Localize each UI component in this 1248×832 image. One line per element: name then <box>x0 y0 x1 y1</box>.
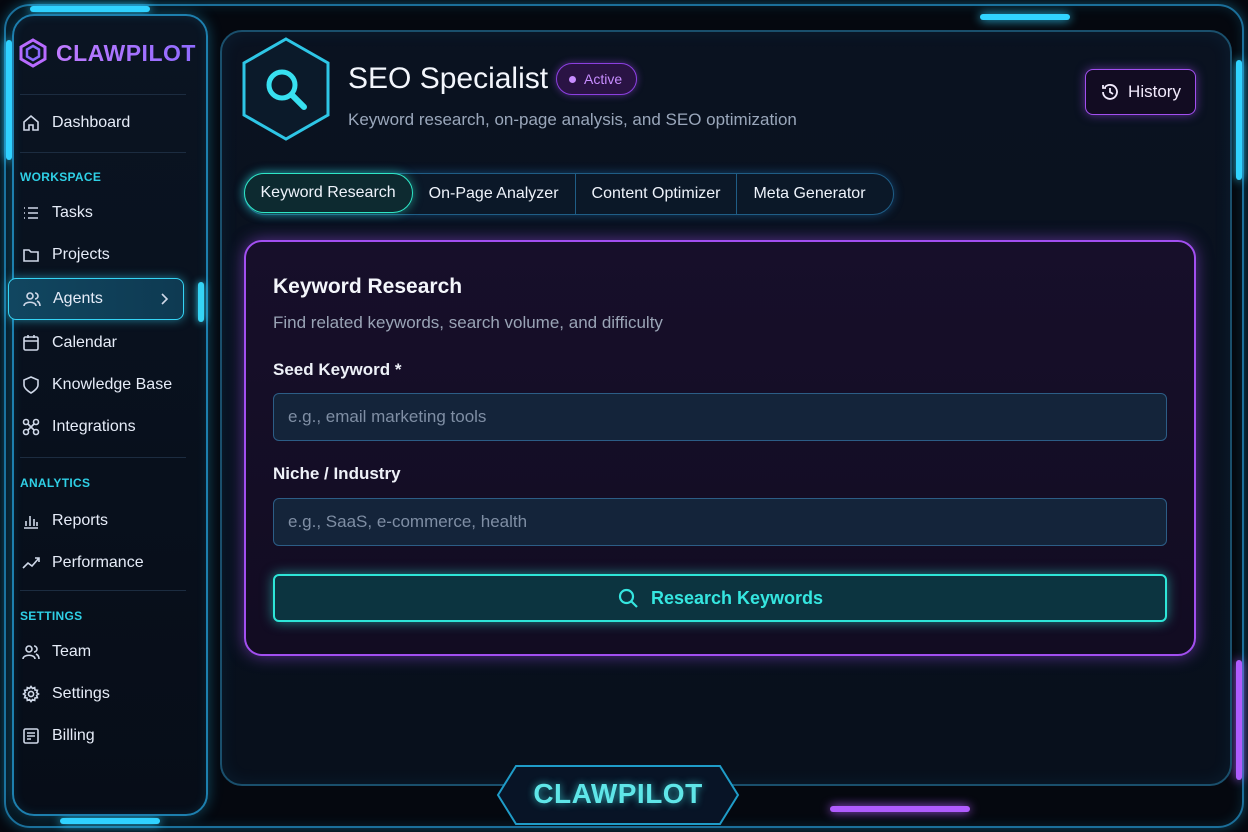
search-icon <box>618 588 638 608</box>
research-keywords-button[interactable]: Research Keywords <box>273 574 1167 622</box>
section-label-analytics: ANALYTICS <box>20 476 91 490</box>
page-subtitle: Keyword research, on-page analysis, and … <box>348 110 797 129</box>
sidebar-item-calendar[interactable]: Calendar <box>8 322 184 364</box>
card-title: Keyword Research <box>273 275 463 298</box>
sidebar-item-label: Agents <box>53 290 103 307</box>
tab-on-page-analyzer[interactable]: On-Page Analyzer <box>413 174 576 214</box>
section-label-settings: SETTINGS <box>20 609 83 623</box>
sidebar-item-label: Team <box>52 643 92 660</box>
brand-name: CLAWPILOT <box>56 39 196 66</box>
sidebar-item-tasks[interactable]: Tasks <box>8 192 184 234</box>
users-icon <box>23 292 41 307</box>
sidebar-item-label: Performance <box>52 554 144 571</box>
sidebar-divider <box>20 152 186 153</box>
history-icon <box>1102 84 1118 100</box>
seed-keyword-input[interactable] <box>273 393 1167 441</box>
frame-glow <box>60 818 160 824</box>
sidebar-item-agents[interactable]: Agents <box>8 278 184 320</box>
frame-glow <box>1236 60 1242 180</box>
sidebar-item-label: Dashboard <box>52 114 131 131</box>
page-title: SEO Specialist <box>348 62 549 95</box>
sidebar-item-billing[interactable]: Billing <box>8 715 184 757</box>
billing-icon <box>23 728 39 744</box>
frame-glow <box>30 6 150 12</box>
bar-chart-icon <box>24 516 38 529</box>
status-dot-icon <box>569 75 576 83</box>
chevron-right-icon <box>161 293 169 305</box>
section-label-workspace: WORKSPACE <box>20 170 102 184</box>
frame-glow <box>1236 660 1242 780</box>
sidebar-item-label: Calendar <box>52 334 117 351</box>
tool-tabs: Keyword Research On-Page Analyzer Conten… <box>243 172 894 215</box>
frame-glow <box>830 806 970 812</box>
shield-icon <box>23 376 39 394</box>
sidebar-divider <box>20 457 186 458</box>
card-subtitle: Find related keywords, search volume, an… <box>273 313 663 332</box>
tab-meta-generator[interactable]: Meta Generator <box>737 174 881 214</box>
brand[interactable]: CLAWPILOT <box>18 38 196 68</box>
sidebar-item-integrations[interactable]: Integrations <box>8 406 184 448</box>
sidebar-item-label: Tasks <box>52 204 93 221</box>
niche-label: Niche / Industry <box>273 464 401 483</box>
calendar-icon <box>23 335 39 351</box>
sidebar-item-team[interactable]: Team <box>8 631 184 673</box>
sidebar-item-projects[interactable]: Projects <box>8 234 184 276</box>
sidebar-item-performance[interactable]: Performance <box>8 542 184 584</box>
gear-icon <box>22 685 40 703</box>
sidebar-divider <box>20 590 186 591</box>
sidebar-item-label: Reports <box>52 512 109 529</box>
sidebar-item-label: Integrations <box>52 418 136 435</box>
trend-icon <box>22 557 40 569</box>
tab-keyword-research[interactable]: Keyword Research <box>243 172 413 213</box>
folder-icon <box>23 249 39 262</box>
niche-input[interactable] <box>273 498 1167 546</box>
agent-search-icon <box>242 37 330 141</box>
sidebar-item-label: Knowledge Base <box>52 376 173 393</box>
seed-keyword-label: Seed Keyword * <box>273 360 402 379</box>
history-label: History <box>1128 82 1181 101</box>
sidebar-item-knowledge-base[interactable]: Knowledge Base <box>8 364 184 406</box>
home-icon <box>23 114 39 131</box>
sidebar-item-label: Projects <box>52 246 110 263</box>
list-icon <box>24 207 38 219</box>
sidebar-divider <box>20 94 186 95</box>
history-button[interactable]: History <box>1085 69 1196 115</box>
frame-glow <box>980 14 1070 20</box>
sidebar-item-dashboard[interactable]: Dashboard <box>8 102 184 144</box>
sidebar-item-reports[interactable]: Reports <box>8 500 184 542</box>
sidebar-item-settings[interactable]: Settings <box>8 673 184 715</box>
tab-content-optimizer[interactable]: Content Optimizer <box>576 174 738 214</box>
footer-brand: CLAWPILOT <box>533 778 703 809</box>
team-icon <box>22 645 40 660</box>
integrations-icon <box>22 418 40 436</box>
status-badge: Active <box>556 63 638 95</box>
sidebar-item-label: Billing <box>52 727 95 744</box>
sidebar-item-label: Settings <box>52 685 110 702</box>
status-label: Active <box>584 71 623 87</box>
active-indicator <box>198 282 204 322</box>
clawpilot-logo-icon <box>19 38 47 68</box>
research-keywords-label: Research Keywords <box>650 587 824 608</box>
